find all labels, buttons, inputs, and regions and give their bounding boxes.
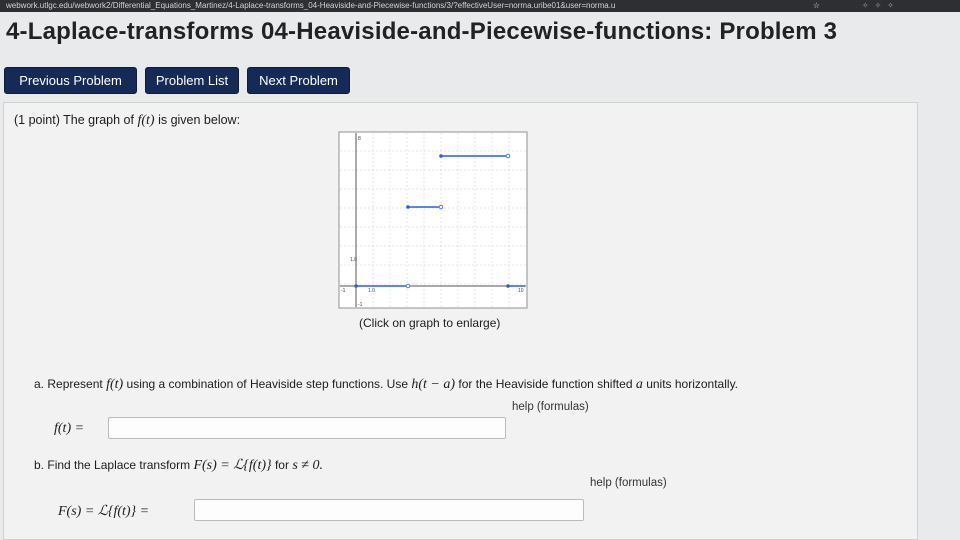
part-b-text1: Find the Laplace transform bbox=[47, 458, 191, 472]
y-axis-top-label: 8 bbox=[358, 136, 361, 142]
intro-tail: is given below: bbox=[158, 113, 241, 127]
problem-intro: (1 point) The graph of f(t) is given bel… bbox=[14, 113, 240, 129]
x-axis-left-label: -1 bbox=[341, 288, 346, 294]
part-a-text1: Represent bbox=[47, 377, 103, 391]
open-point bbox=[405, 283, 411, 289]
part-a-heaviside: h(t − a) bbox=[411, 377, 456, 392]
graph-frame bbox=[338, 131, 528, 309]
x-tick-label: 1.0 bbox=[368, 288, 375, 294]
part-b-formula: F(s) = ℒ{f(t)} bbox=[193, 458, 272, 473]
part-b-help-link[interactable]: help (formulas) bbox=[590, 477, 667, 489]
part-a-answer-label: f(t) = bbox=[54, 421, 85, 436]
extension-icons[interactable]: ✧✧✧ bbox=[862, 0, 900, 12]
bookmark-star-icon[interactable]: ☆ bbox=[813, 0, 820, 12]
closed-point bbox=[439, 154, 443, 158]
browser-url-bar[interactable]: webwork.utlgc.edu/webwork2/Differential_… bbox=[0, 0, 960, 12]
open-point bbox=[505, 153, 511, 159]
y-tick-label: 1.0 bbox=[350, 257, 357, 263]
part-b-question: b. Find the Laplace transform F(s) = ℒ{f… bbox=[34, 457, 323, 474]
part-a-shift: a bbox=[635, 377, 643, 392]
part-a-question: a. Represent f(t) using a combination of… bbox=[34, 377, 738, 393]
part-b-condition: s ≠ 0. bbox=[292, 458, 323, 473]
graph-caption[interactable]: (Click on graph to enlarge) bbox=[359, 316, 500, 330]
part-b-answer-field[interactable] bbox=[194, 499, 584, 521]
part-a-function: f(t) bbox=[106, 377, 124, 392]
previous-problem-button[interactable]: Previous Problem bbox=[4, 67, 137, 94]
part-b-text2: for bbox=[274, 458, 289, 472]
intro-function: f(t) bbox=[137, 113, 155, 128]
x-axis-right-label: 10 bbox=[518, 288, 524, 294]
closed-point bbox=[506, 284, 510, 288]
part-a-text2: using a combination of Heaviside step fu… bbox=[126, 377, 409, 391]
problem-body: (1 point) The graph of f(t) is given bel… bbox=[3, 102, 918, 540]
open-point bbox=[438, 204, 444, 210]
y-axis-bottom-label: -1 bbox=[358, 302, 363, 308]
part-a-help-link[interactable]: help (formulas) bbox=[512, 401, 589, 413]
url-text: webwork.utlgc.edu/webwork2/Differential_… bbox=[6, 1, 616, 10]
part-a-text4: units horizontally. bbox=[646, 377, 739, 391]
next-problem-button[interactable]: Next Problem bbox=[247, 67, 350, 94]
part-a-answer-field[interactable] bbox=[108, 417, 506, 439]
part-a-letter: a. bbox=[34, 377, 45, 391]
page-title: 4-Laplace-transforms 04-Heaviside-and-Pi… bbox=[6, 18, 838, 45]
part-b-letter: b. bbox=[34, 458, 45, 472]
closed-point bbox=[406, 205, 410, 209]
closed-point bbox=[354, 284, 358, 288]
problem-list-button[interactable]: Problem List bbox=[145, 67, 239, 94]
part-a-text3: for the Heaviside function shifted bbox=[458, 377, 633, 391]
intro-points: (1 point) The graph of bbox=[14, 113, 134, 127]
function-graph[interactable]: 8 1.0 1.0 -1 10 -1 bbox=[338, 131, 530, 311]
part-b-answer-label: F(s) = ℒ{f(t)} = bbox=[58, 504, 150, 519]
